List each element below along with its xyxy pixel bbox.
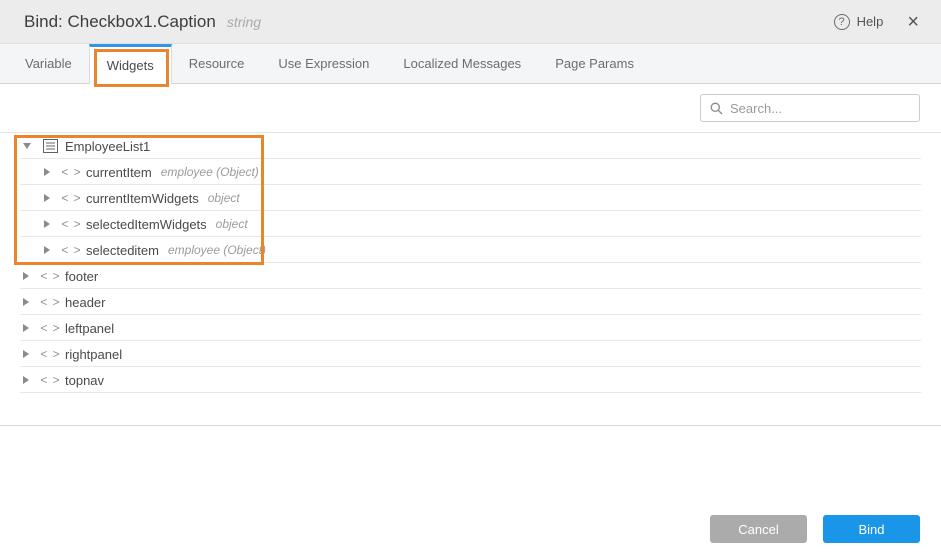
footer-bar: Cancel Bind bbox=[0, 426, 941, 557]
caret-right-icon[interactable] bbox=[44, 220, 54, 228]
tab-label: Localized Messages bbox=[403, 56, 521, 71]
tree-node-label: EmployeeList1 bbox=[65, 139, 150, 154]
code-icon: < > bbox=[63, 191, 80, 205]
help-label: Help bbox=[857, 14, 884, 29]
tree-node-label: rightpanel bbox=[65, 347, 122, 362]
code-icon: < > bbox=[63, 165, 80, 179]
caret-right-icon[interactable] bbox=[23, 376, 33, 384]
tree-row-footer[interactable]: < > footer bbox=[0, 263, 941, 289]
tree-row-employeelist1[interactable]: EmployeeList1 bbox=[0, 133, 941, 159]
caret-down-icon[interactable] bbox=[23, 143, 33, 149]
tree-node-label: footer bbox=[65, 269, 98, 284]
code-icon: < > bbox=[42, 347, 59, 361]
tab-label: Page Params bbox=[555, 56, 634, 71]
list-widget-icon bbox=[42, 139, 59, 153]
widget-tree: EmployeeList1 < > currentItem employee (Obj… bbox=[0, 133, 941, 393]
tab-resource[interactable]: Resource bbox=[172, 44, 262, 83]
tab-use-expression[interactable]: Use Expression bbox=[261, 44, 386, 83]
tree-node-type: employee (Object) bbox=[168, 243, 266, 257]
code-icon: < > bbox=[42, 373, 59, 387]
close-icon[interactable]: × bbox=[907, 12, 919, 32]
code-icon: < > bbox=[42, 269, 59, 283]
code-icon: < > bbox=[63, 217, 80, 231]
tree-row-selecteditem[interactable]: < > selecteditem employee (Object) bbox=[0, 237, 941, 263]
cancel-button[interactable]: Cancel bbox=[710, 515, 807, 543]
tree-row-header[interactable]: < > header bbox=[0, 289, 941, 315]
bound-property-type: string bbox=[227, 14, 261, 30]
tab-localized-messages[interactable]: Localized Messages bbox=[386, 44, 538, 83]
search-icon bbox=[710, 102, 723, 115]
search-row bbox=[0, 84, 941, 133]
caret-right-icon[interactable] bbox=[23, 272, 33, 280]
tab-variable[interactable]: Variable bbox=[8, 44, 89, 83]
tree-node-label: currentItemWidgets bbox=[86, 191, 199, 206]
tab-page-params[interactable]: Page Params bbox=[538, 44, 651, 83]
caret-right-icon[interactable] bbox=[23, 298, 33, 306]
help-icon: ? bbox=[834, 14, 850, 30]
tree-row-rightpanel[interactable]: < > rightpanel bbox=[0, 341, 941, 367]
tree-node-type: object bbox=[208, 191, 240, 205]
tab-label: Variable bbox=[25, 56, 72, 71]
caret-right-icon[interactable] bbox=[44, 194, 54, 202]
tree-node-label: leftpanel bbox=[65, 321, 114, 336]
tree-node-type: object bbox=[216, 217, 248, 231]
tree-node-type: employee (Object) bbox=[161, 165, 259, 179]
tab-widgets[interactable]: Widgets bbox=[89, 44, 172, 84]
code-icon: < > bbox=[63, 243, 80, 257]
help-button[interactable]: ? Help bbox=[834, 14, 884, 30]
tree-row-leftpanel[interactable]: < > leftpanel bbox=[0, 315, 941, 341]
search-input[interactable] bbox=[730, 101, 910, 116]
tree-row-currentitemwidgets[interactable]: < > currentItemWidgets object bbox=[0, 185, 941, 211]
dialog-title: Bind: Checkbox1.Caption bbox=[24, 12, 216, 32]
tree-node-label: currentItem bbox=[86, 165, 152, 180]
caret-right-icon[interactable] bbox=[44, 246, 54, 254]
bind-button[interactable]: Bind bbox=[823, 515, 920, 543]
code-icon: < > bbox=[42, 295, 59, 309]
tree-row-selecteditemwidgets[interactable]: < > selectedItemWidgets object bbox=[0, 211, 941, 237]
caret-right-icon[interactable] bbox=[44, 168, 54, 176]
tree-node-label: topnav bbox=[65, 373, 104, 388]
tab-label: Use Expression bbox=[278, 56, 369, 71]
tab-bar: Variable Widgets Resource Use Expression Loc… bbox=[0, 44, 941, 84]
tab-label: Widgets bbox=[107, 58, 154, 73]
tree-node-label: header bbox=[65, 295, 105, 310]
tree-row-topnav[interactable]: < > topnav bbox=[0, 367, 941, 393]
dialog-header: Bind: Checkbox1.Caption string ? Help × bbox=[0, 0, 941, 44]
code-icon: < > bbox=[42, 321, 59, 335]
search-box[interactable] bbox=[700, 94, 920, 122]
tree-node-label: selectedItemWidgets bbox=[86, 217, 207, 232]
caret-right-icon[interactable] bbox=[23, 350, 33, 358]
caret-right-icon[interactable] bbox=[23, 324, 33, 332]
tree-row-currentitem[interactable]: < > currentItem employee (Object) bbox=[0, 159, 941, 185]
tab-label: Resource bbox=[189, 56, 245, 71]
tree-gap bbox=[0, 393, 941, 425]
tree-node-label: selecteditem bbox=[86, 243, 159, 258]
